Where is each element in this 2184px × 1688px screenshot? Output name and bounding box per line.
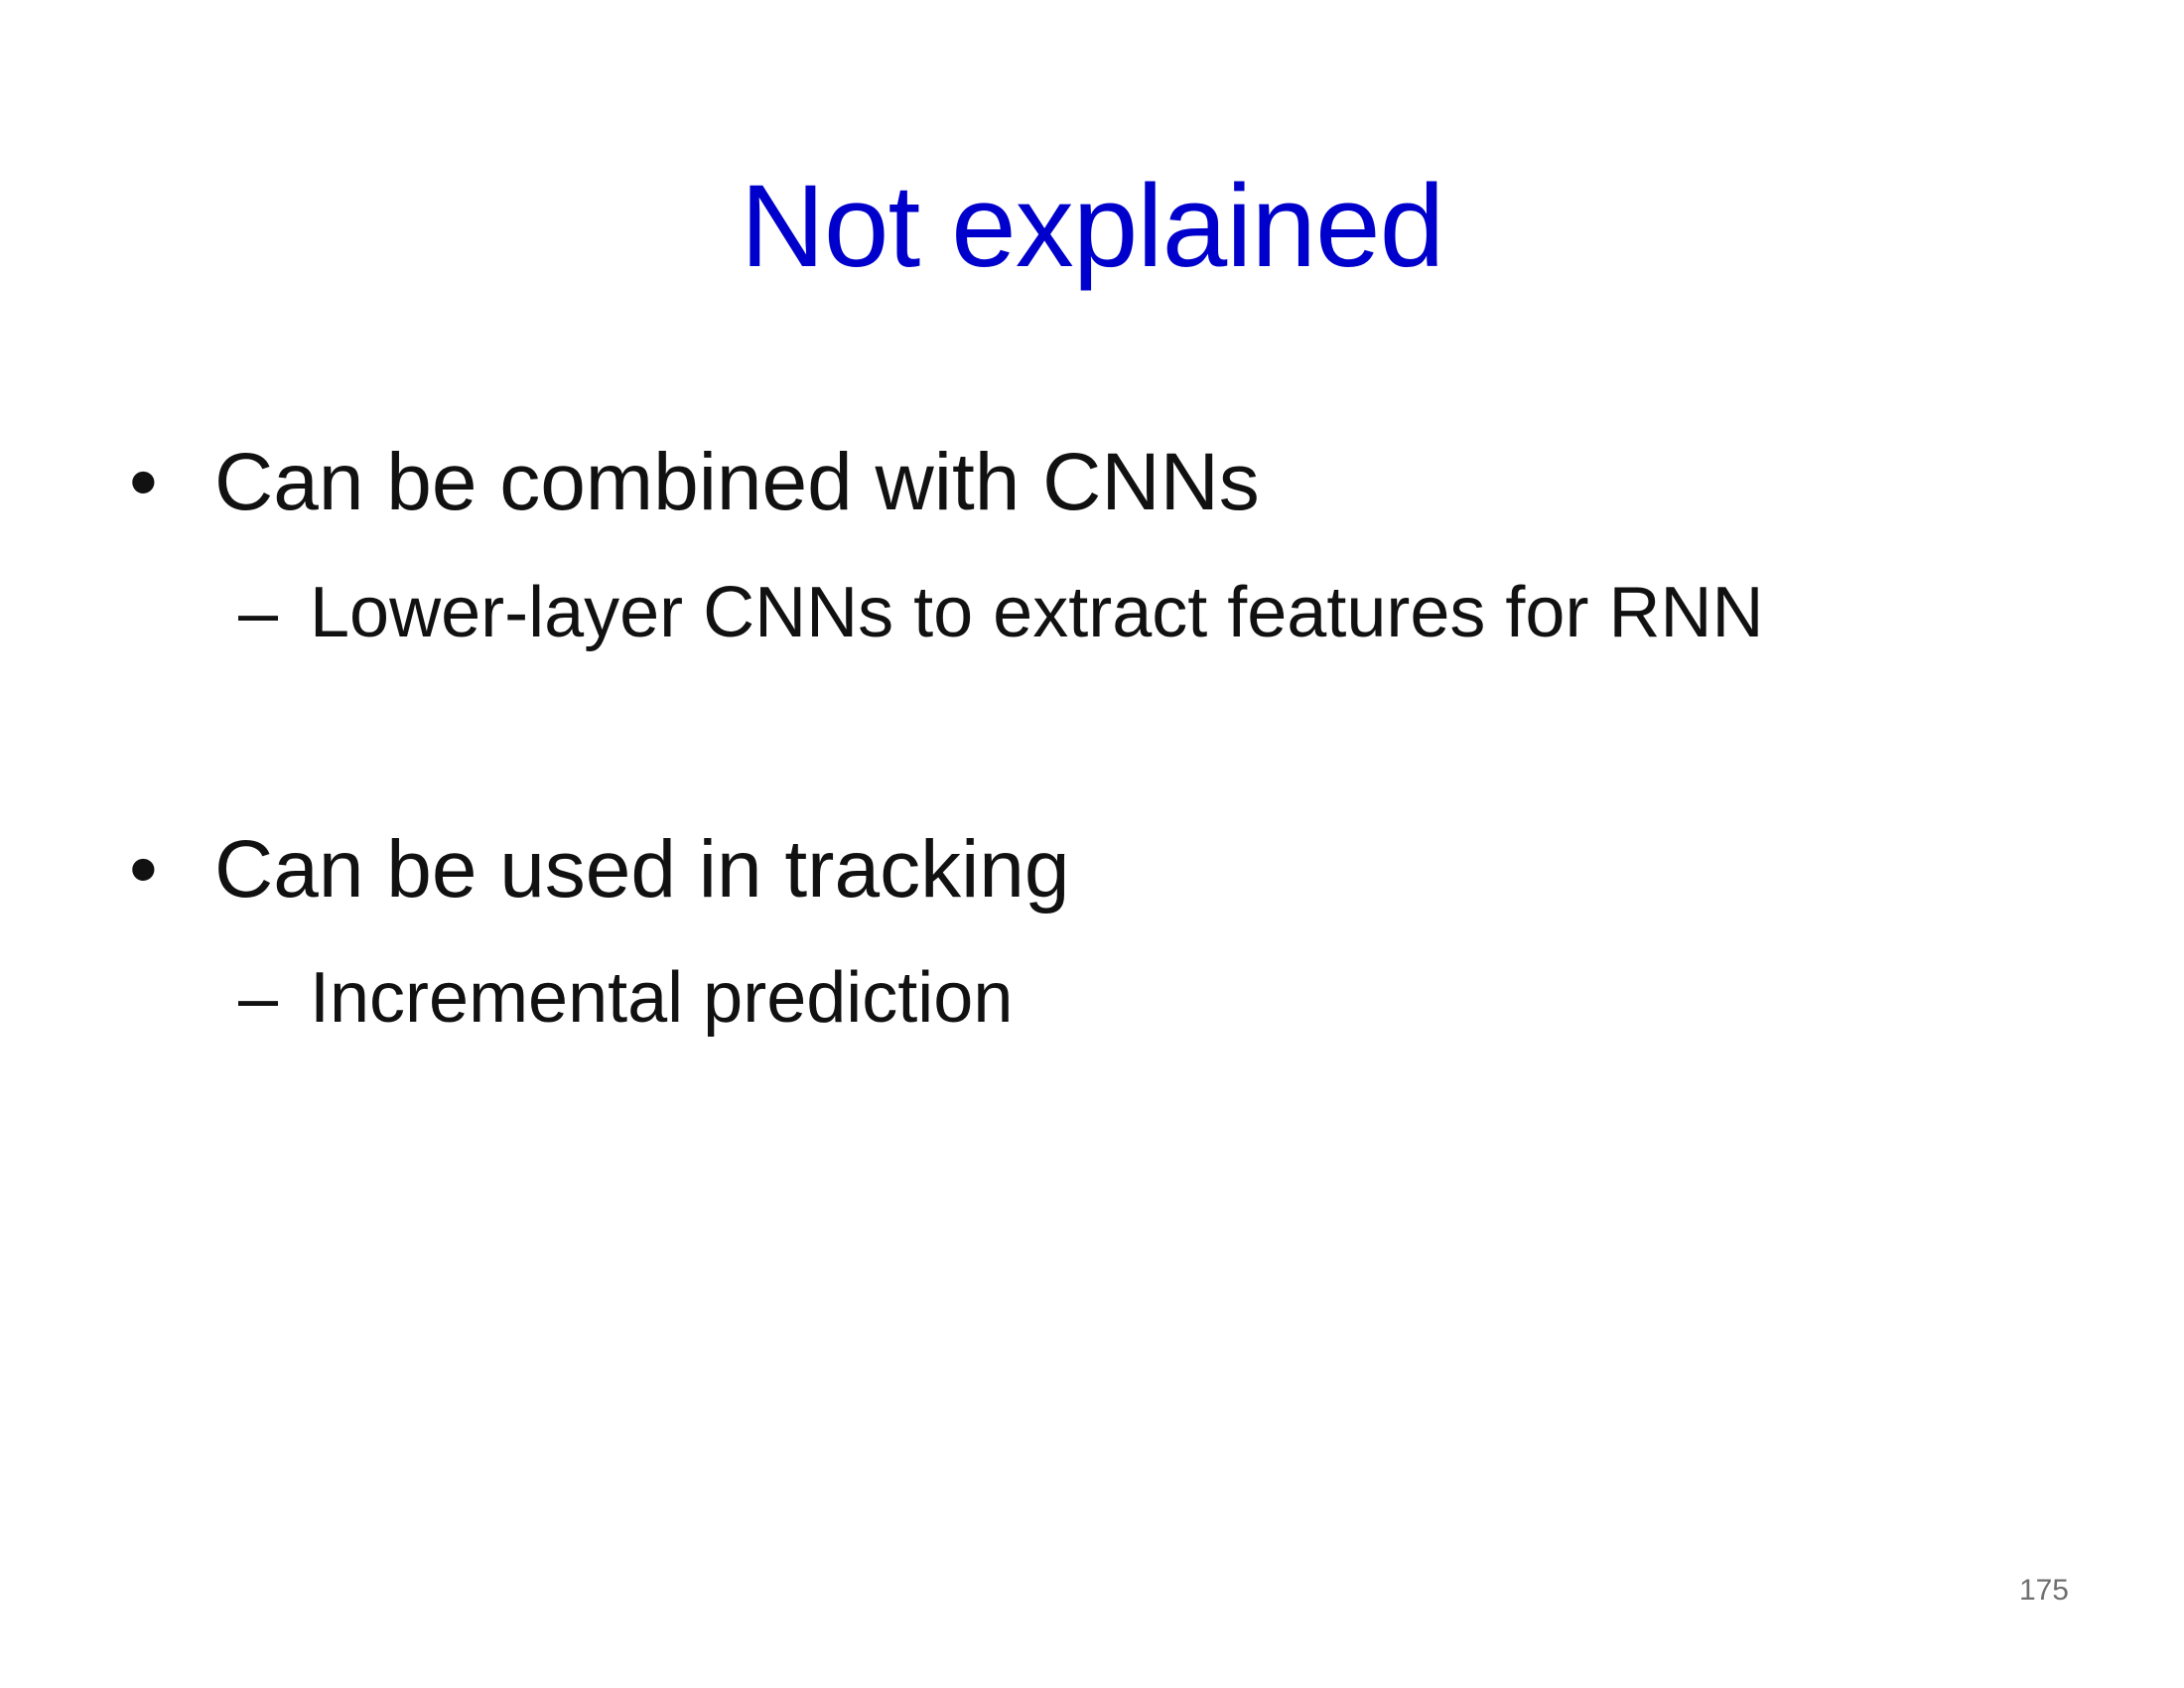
bullet-list: • Can be combined with CNNs – Lower-layer …: [0, 0, 2184, 1688]
bullet-text: Can be used in tracking: [214, 824, 1070, 914]
sub-bullet-item: – Lower-layer CNNs to extract features fo…: [238, 568, 1763, 657]
dash-icon: –: [238, 573, 279, 652]
bullet-item: • Can be used in tracking: [129, 820, 1070, 919]
page-number: 175: [2018, 1574, 2069, 1607]
sub-bullet-text: Incremental prediction: [310, 958, 1014, 1038]
bullet-item: • Can be combined with CNNs: [129, 433, 1260, 532]
bullet-text: Can be combined with CNNs: [214, 437, 1260, 527]
bullet-icon: •: [129, 824, 158, 914]
sub-bullet-item: – Incremental prediction: [238, 953, 1013, 1043]
dash-icon: –: [238, 958, 279, 1038]
sub-bullet-text: Lower-layer CNNs to extract features for…: [310, 573, 1764, 652]
bullet-icon: •: [129, 437, 158, 527]
slide: Not explained • Can be combined with CNNs…: [0, 0, 2184, 1688]
